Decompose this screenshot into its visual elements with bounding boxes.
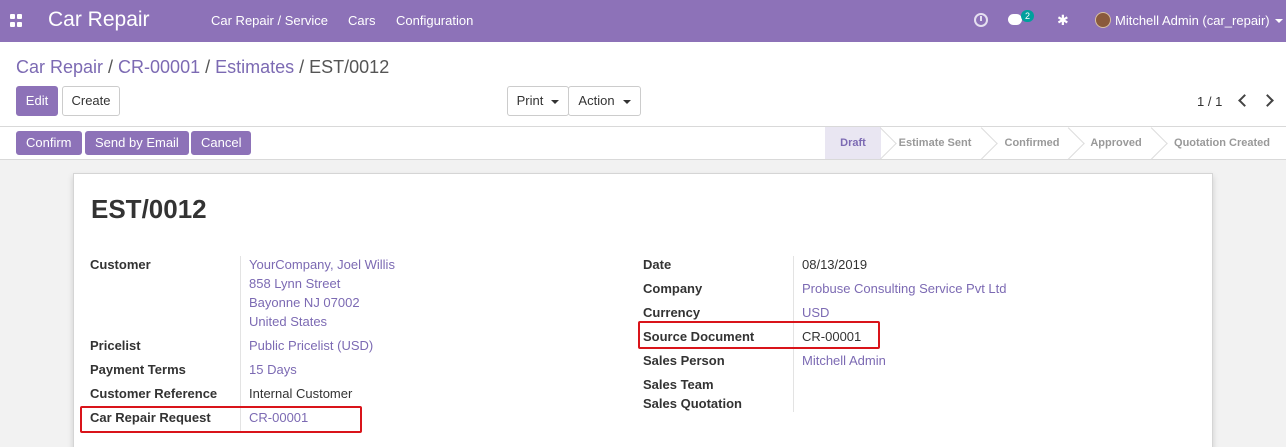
app-title[interactable]: Car Repair <box>48 8 150 32</box>
chevron-left-icon[interactable] <box>1236 93 1250 107</box>
payment-terms-label: Payment Terms <box>90 362 186 377</box>
chat-count-badge: 2 <box>1021 10 1035 22</box>
top-navbar: Car Repair Car Repair / Service Cars Con… <box>0 0 1286 42</box>
action-label: Action <box>578 93 615 108</box>
stage-divider <box>877 127 891 159</box>
company-label: Company <box>643 281 703 296</box>
breadcrumb-current: EST/0012 <box>309 57 390 77</box>
edit-button[interactable]: Edit <box>16 86 58 116</box>
chevron-right-icon[interactable] <box>1262 93 1276 107</box>
breadcrumb-estimates[interactable]: Estimates <box>215 57 294 77</box>
date-value: 08/13/2019 <box>802 257 868 272</box>
control-panel: Car Repair / CR-00001/Estimates / EST/0012 E… <box>0 42 1286 127</box>
breadcrumb-cr-00001[interactable]: CR-00001 <box>118 57 200 77</box>
customer-address-line[interactable]: United States <box>249 314 327 329</box>
breadcrumb: Car Repair / CR-00001/Estimates / EST/0012 <box>16 57 389 78</box>
form-sheet: EST/0012 Customer YourCompany, Joel Will… <box>73 173 1213 447</box>
breadcrumb-car-repair[interactable]: Car Repair <box>16 57 103 77</box>
stage-divider <box>978 127 992 159</box>
highlight-box <box>80 406 362 433</box>
customer-address-line[interactable]: Bayonne NJ 07002 <box>249 295 360 310</box>
print-label: Print <box>516 93 544 108</box>
company-link[interactable]: Probuse Consulting Service Pvt Ltd <box>802 281 1007 296</box>
currency-link[interactable]: USD <box>802 305 829 320</box>
chevron-down-icon[interactable] <box>1275 19 1283 23</box>
action-dropdown[interactable]: Action <box>568 86 641 116</box>
record-title: EST/0012 <box>91 194 207 224</box>
menu-car-repair-service[interactable]: Car Repair / Service <box>211 13 328 28</box>
caret-down-icon <box>622 99 631 104</box>
chat-icon[interactable] <box>1008 14 1022 25</box>
caret-down-icon <box>551 99 560 104</box>
bug-icon[interactable]: ✱ <box>1057 12 1069 29</box>
avatar[interactable] <box>1095 12 1111 28</box>
payment-terms-link[interactable]: 15 Days <box>249 362 297 377</box>
statusbar: Confirm Send by Email Cancel Draft Estim… <box>0 127 1286 160</box>
pager-value[interactable]: 1 / 1 <box>1197 94 1222 109</box>
currency-label: Currency <box>643 305 701 320</box>
pricelist-label: Pricelist <box>90 338 141 353</box>
breadcrumb-separator: / <box>299 57 305 77</box>
user-menu[interactable]: Mitchell Admin (car_repair) <box>1115 13 1270 28</box>
pricelist-link[interactable]: Public Pricelist (USD) <box>249 338 373 353</box>
menu-configuration[interactable]: Configuration <box>396 13 473 28</box>
customer-address-line[interactable]: 858 Lynn Street <box>249 276 340 291</box>
cancel-button[interactable]: Cancel <box>191 131 252 155</box>
create-button[interactable]: Create <box>62 86 120 116</box>
menu-cars[interactable]: Cars <box>348 13 375 28</box>
sales-team-label: Sales Team <box>643 377 714 392</box>
customer-reference-value: Internal Customer <box>249 386 353 401</box>
print-dropdown[interactable]: Print <box>507 86 569 116</box>
stage-divider <box>1065 127 1079 159</box>
highlight-box <box>638 321 880 349</box>
breadcrumb-separator: / <box>108 57 114 77</box>
sales-quotation-label: Sales Quotation <box>643 396 742 411</box>
send-by-email-button[interactable]: Send by Email <box>85 131 189 155</box>
confirm-button[interactable]: Confirm <box>16 131 82 155</box>
breadcrumb-separator: / <box>205 57 211 77</box>
customer-reference-label: Customer Reference <box>90 386 218 401</box>
date-label: Date <box>643 257 672 272</box>
sales-person-label: Sales Person <box>643 353 725 368</box>
apps-grid-icon[interactable] <box>10 14 23 27</box>
customer-name-link[interactable]: YourCompany, Joel Willis <box>249 257 395 272</box>
sales-person-link[interactable]: Mitchell Admin <box>802 353 886 368</box>
stage-quotation-created[interactable]: Quotation Created <box>1164 127 1280 159</box>
stage-divider <box>1148 127 1162 159</box>
customer-label: Customer <box>90 257 151 272</box>
clock-icon[interactable] <box>974 13 988 27</box>
